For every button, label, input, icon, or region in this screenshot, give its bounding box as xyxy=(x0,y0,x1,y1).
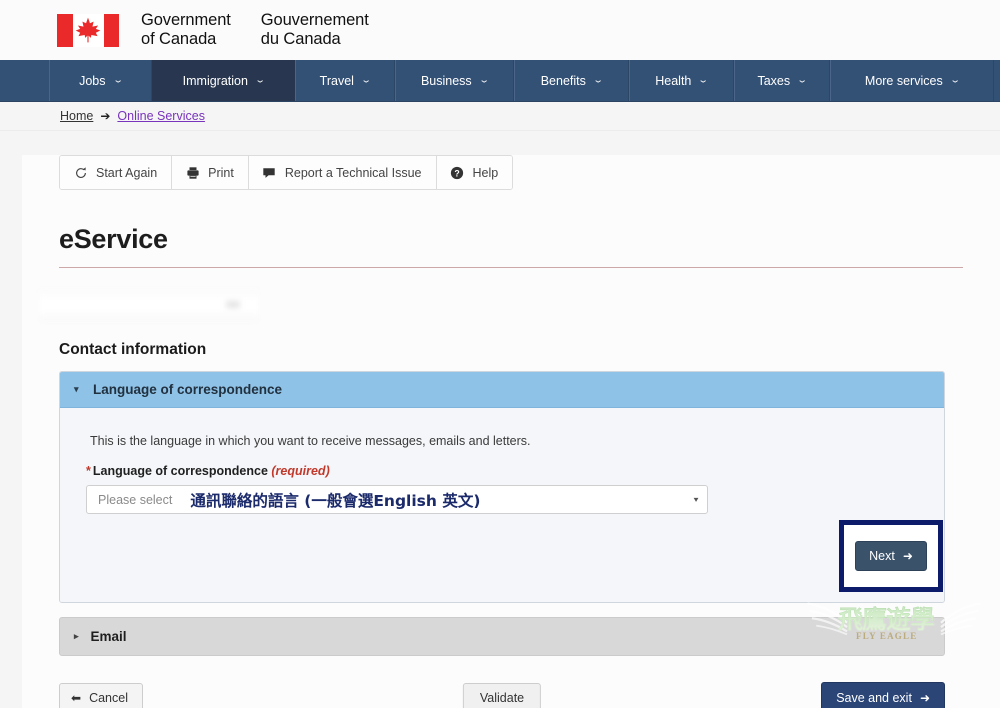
panel-body-language-of-correspondence: This is the language in which you want t… xyxy=(60,408,944,602)
breadcrumb: Home ➔ Online Services xyxy=(0,102,1000,131)
save-and-exit-button[interactable]: Save and exit ➜ xyxy=(821,682,945,708)
panel-header-language-of-correspondence[interactable]: ▾ Language of correspondence xyxy=(60,372,944,408)
nav-item-more-services[interactable]: More services ⌄ xyxy=(830,60,994,101)
page-title-wrapper: eService xyxy=(59,224,963,268)
cancel-button-label: Cancel xyxy=(89,691,128,705)
page-title: eService xyxy=(59,224,168,254)
language-help-text: This is the language in which you want t… xyxy=(90,434,531,448)
start-again-button[interactable]: Start Again xyxy=(60,156,173,189)
nav-label-travel: Travel xyxy=(319,73,354,88)
save-and-exit-label: Save and exit xyxy=(836,691,912,705)
chevron-down-icon: ▾ xyxy=(693,495,699,504)
nav-item-immigration[interactable]: Immigration ⌄ xyxy=(152,60,295,101)
action-toolbar: Start Again Print Report a Technical Iss… xyxy=(59,155,514,190)
report-technical-issue-button[interactable]: Report a Technical Issue xyxy=(248,156,437,189)
nav-item-health[interactable]: Health ⌄ xyxy=(629,60,734,101)
arrow-right-icon: ➜ xyxy=(902,549,913,563)
language-select[interactable]: Please select 通訊聯絡的語言 (一般會選English 英文) ▾ xyxy=(86,485,708,514)
panel-language-of-correspondence: ▾ Language of correspondence This is the… xyxy=(59,371,945,603)
nav-label-jobs: Jobs xyxy=(79,73,106,88)
brand-wordmark: Government of Canada Gouvernement du Can… xyxy=(141,11,369,49)
cancel-button[interactable]: ⬅ Cancel xyxy=(59,683,143,708)
chevron-down-icon: ⌄ xyxy=(697,75,710,85)
print-label: Print xyxy=(208,165,234,180)
chevron-down-icon: ⌄ xyxy=(949,75,961,85)
chevron-down-icon: ⌄ xyxy=(360,75,372,85)
chevron-down-icon: ⌄ xyxy=(112,75,124,85)
chevron-down-icon: ⌄ xyxy=(478,75,490,85)
nav-item-taxes[interactable]: Taxes ⌄ xyxy=(734,60,830,101)
next-button-label: Next xyxy=(869,549,895,563)
brand-french: Gouvernement du Canada xyxy=(260,11,369,48)
question-mark-circle-icon: ? xyxy=(450,165,465,180)
refresh-icon xyxy=(73,165,88,180)
help-button[interactable]: ? Help xyxy=(436,156,513,189)
redacted-region xyxy=(40,289,258,321)
language-select-placeholder: Please select xyxy=(98,492,173,507)
section-title-contact-information: Contact information xyxy=(59,341,207,358)
printer-icon xyxy=(185,165,200,180)
nav-label-more-services: More services xyxy=(864,73,943,88)
panel-header-email[interactable]: ▸ Email xyxy=(59,617,945,656)
nav-item-jobs[interactable]: Jobs ⌄ xyxy=(49,60,152,101)
validate-button[interactable]: Validate xyxy=(462,683,542,708)
required-asterisk: * xyxy=(86,464,91,478)
brand-english: Government of Canada xyxy=(141,11,231,48)
content-area: Start Again Print Report a Technical Iss… xyxy=(22,155,1000,708)
chevron-down-icon: ▾ xyxy=(74,384,79,394)
canada-flag-icon xyxy=(57,13,119,47)
nav-label-benefits: Benefits xyxy=(540,73,586,88)
panel-header-label: Language of correspondence xyxy=(93,382,283,397)
nav-item-benefits[interactable]: Benefits ⌄ xyxy=(514,60,629,101)
next-button-row: Next ➜ xyxy=(60,514,944,602)
language-field-label-text: Language of correspondence xyxy=(92,464,268,478)
brand-header: Government of Canada Gouvernement du Can… xyxy=(0,0,1000,60)
chevron-right-icon: ▸ xyxy=(74,631,79,641)
main-navigation: Jobs ⌄ Immigration ⌄ Travel ⌄ Business ⌄… xyxy=(0,60,1000,102)
nav-item-business[interactable]: Business ⌄ xyxy=(395,60,514,101)
form-actions: ⬅ Cancel Validate Save and exit ➜ xyxy=(59,678,945,708)
maple-leaf-icon xyxy=(75,17,101,43)
nav-label-taxes: Taxes xyxy=(757,73,791,88)
arrow-left-icon: ⬅ xyxy=(71,691,82,705)
breadcrumb-link-online-services[interactable]: Online Services xyxy=(117,109,205,123)
language-select-annotation: 通訊聯絡的語言 (一般會選English 英文) xyxy=(190,491,481,510)
nav-label-health: Health xyxy=(655,73,692,88)
speech-bubble-icon xyxy=(262,165,277,180)
breadcrumb-link-home[interactable]: Home xyxy=(60,109,93,123)
report-technical-issue-label: Report a Technical Issue xyxy=(284,165,422,180)
svg-text:?: ? xyxy=(454,168,459,178)
nav-item-travel[interactable]: Travel ⌄ xyxy=(295,60,395,101)
next-button-highlight-box: Next ➜ xyxy=(839,520,943,592)
start-again-label: Start Again xyxy=(96,165,158,180)
print-button[interactable]: Print xyxy=(172,156,249,189)
arrow-right-icon: ➔ xyxy=(100,109,111,123)
page-root: Government of Canada Gouvernement du Can… xyxy=(0,0,1000,708)
language-field-label: * Language of correspondence (required) xyxy=(86,464,944,478)
arrow-right-icon: ➜ xyxy=(919,691,930,705)
next-button[interactable]: Next ➜ xyxy=(855,541,927,571)
chevron-down-icon: ⌄ xyxy=(254,75,266,85)
required-note: (required) xyxy=(271,464,330,478)
chevron-down-icon: ⌄ xyxy=(592,75,604,85)
nav-label-immigration: Immigration xyxy=(182,73,248,88)
panel-email-label: Email xyxy=(90,629,127,644)
chevron-down-icon: ⌄ xyxy=(796,75,808,85)
nav-label-business: Business xyxy=(420,73,472,88)
help-label: Help xyxy=(472,165,499,180)
